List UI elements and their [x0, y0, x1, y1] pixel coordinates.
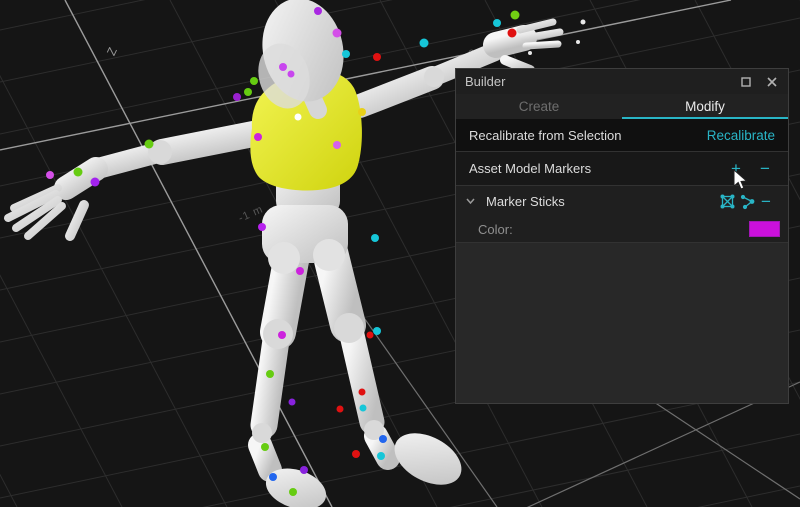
- remove-sticks-button[interactable]: −: [757, 193, 775, 210]
- builder-tabs: Create Modify: [456, 94, 788, 119]
- close-icon[interactable]: [765, 75, 779, 89]
- float-window-icon[interactable]: [739, 75, 753, 89]
- builder-panel: Builder Create Modify Recalibrate from S…: [455, 68, 789, 404]
- stick-color-swatch[interactable]: [749, 221, 780, 237]
- asset-model-markers-label: Asset Model Markers: [469, 161, 591, 176]
- marker-sticks-header: Marker Sticks: [456, 186, 788, 216]
- color-row: Color:: [456, 216, 788, 243]
- recalibrate-row: Recalibrate from Selection Recalibrate: [456, 119, 788, 152]
- tab-modify[interactable]: Modify: [622, 94, 788, 119]
- left-hip: [268, 242, 300, 274]
- tab-create[interactable]: Create: [456, 94, 622, 119]
- left-arm: [8, 133, 258, 236]
- panel-empty-area: [456, 243, 788, 403]
- remove-marker-button[interactable]: −: [755, 160, 775, 177]
- chevron-down-icon[interactable]: [462, 198, 478, 204]
- marker-stick-icon[interactable]: [737, 192, 757, 210]
- right-hip: [313, 239, 345, 271]
- recalibrate-label: Recalibrate from Selection: [469, 128, 621, 143]
- builder-titlebar[interactable]: Builder: [456, 69, 788, 94]
- add-marker-button[interactable]: +: [726, 160, 746, 177]
- app-stage: Z -1 m -2 m: [0, 0, 800, 507]
- builder-title: Builder: [465, 74, 505, 89]
- marker-constellation-icon[interactable]: [717, 192, 737, 210]
- color-label: Color:: [478, 222, 513, 237]
- marker-sticks-label: Marker Sticks: [486, 194, 565, 209]
- asset-model-markers-row: Asset Model Markers + −: [456, 152, 788, 186]
- recalibrate-button[interactable]: Recalibrate: [707, 128, 775, 143]
- right-foot: [386, 423, 470, 496]
